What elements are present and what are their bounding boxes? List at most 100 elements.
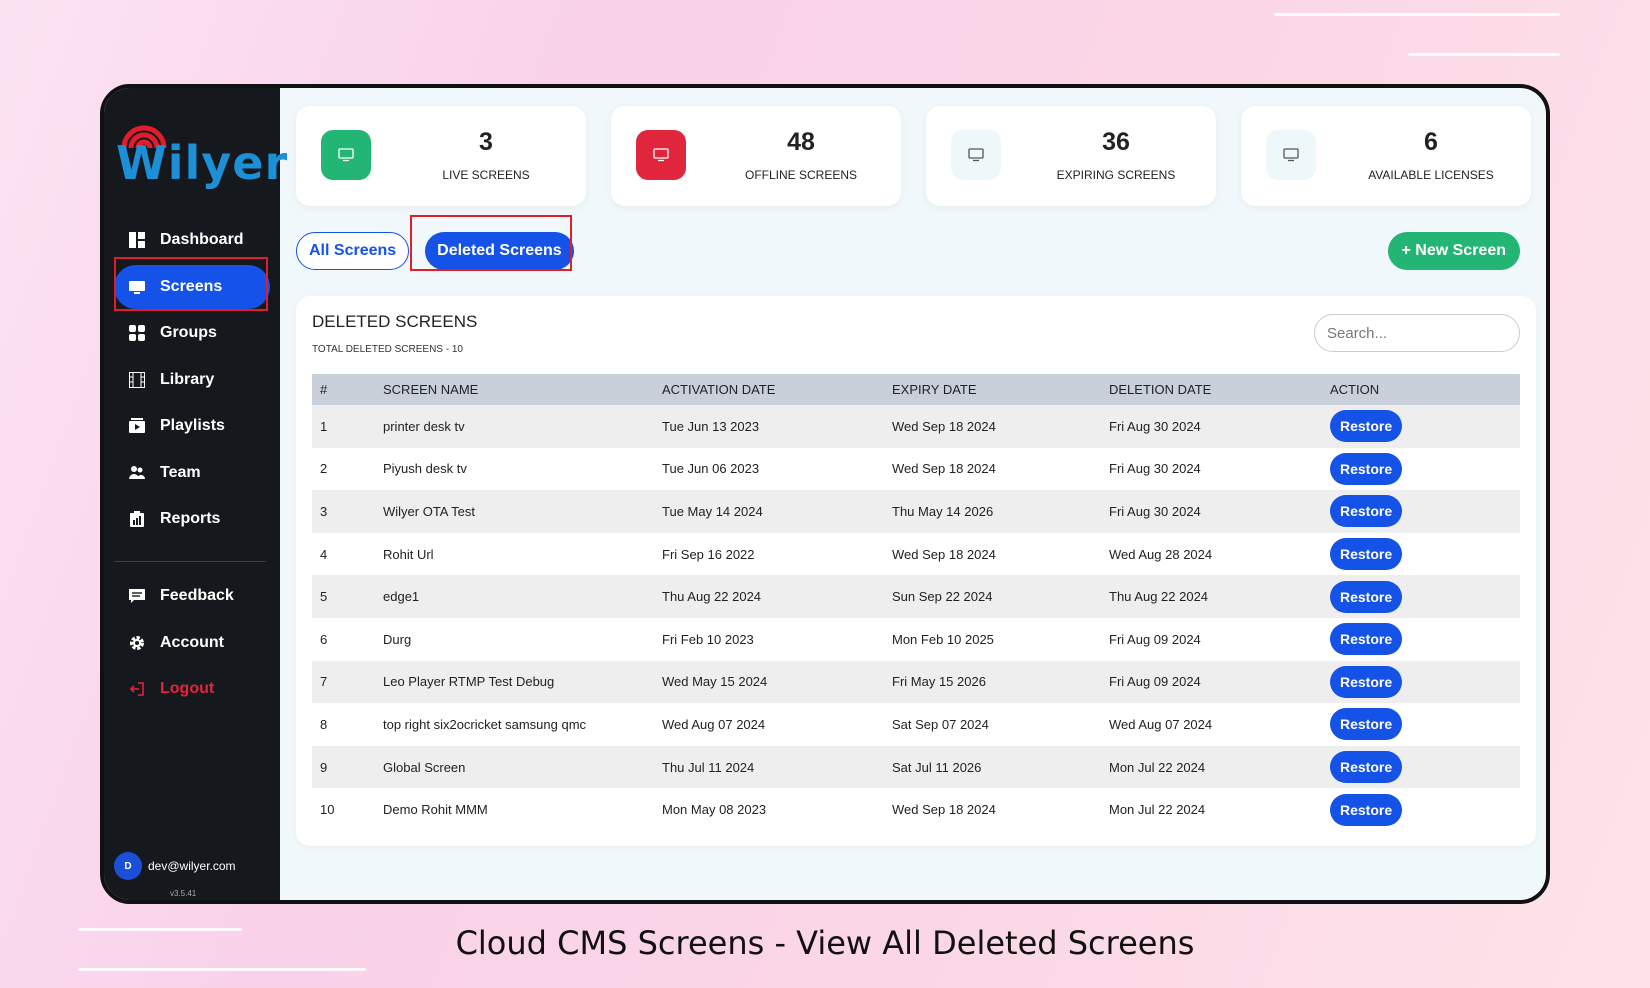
stat-label: OFFLINE SCREENS (744, 168, 858, 182)
table-cell: Fri Aug 30 2024 (1101, 490, 1322, 533)
table-row: 6 Durg Fri Feb 10 2023 Mon Feb 10 2025 Fri A… (312, 617, 1520, 661)
grid-icon (128, 324, 146, 342)
sidebar-item-groups[interactable]: Groups (114, 311, 270, 355)
table-cell: 4 (312, 532, 375, 576)
sidebar-item-dashboard[interactable]: Dashboard (114, 218, 270, 262)
users-icon (128, 464, 146, 482)
table-cell: 2 (312, 447, 375, 491)
table-cell: Wed May 15 2024 (654, 660, 884, 704)
monitor-icon (321, 130, 371, 180)
table-cell: Fri May 15 2026 (884, 660, 1101, 704)
sidebar-item-team[interactable]: Team (114, 451, 270, 495)
main-content: 3 LIVE SCREENS 48 OFFLINE SCREENS 36 EXPIRING… (280, 88, 1546, 900)
sidebar-item-feedback[interactable]: Feedback (114, 574, 270, 618)
new-screen-button[interactable]: + New Screen (1387, 232, 1520, 270)
table-cell-action: Restore (1322, 405, 1520, 448)
stat-label: EXPIRING SCREENS (1056, 168, 1176, 182)
restore-button[interactable]: Restore (1330, 452, 1403, 485)
table-cell: Tue May 14 2024 (654, 490, 884, 533)
table-cell: 5 (312, 575, 375, 618)
stat-value: 3 (479, 128, 493, 156)
table-cell: Fri Sep 16 2022 (654, 532, 884, 576)
avatar: D (114, 852, 142, 880)
tab-all-screens[interactable]: All Screens (296, 232, 410, 270)
monitor-icon (636, 130, 686, 180)
column-header: ACTION (1322, 374, 1520, 405)
app-version: v3.5.41 (170, 889, 197, 898)
sidebar-item-account[interactable]: Account (114, 621, 270, 665)
sidebar-item-library[interactable]: Library (114, 358, 270, 402)
sidebar-item-reports[interactable]: Reports (114, 497, 270, 541)
table-cell: Fri Aug 30 2024 (1101, 405, 1322, 448)
table-row: 7 Leo Player RTMP Test Debug Wed May 15 20… (312, 660, 1520, 704)
table-cell: 1 (312, 405, 375, 448)
stat-value: 6 (1424, 128, 1438, 156)
decor-line (78, 968, 366, 971)
table-cell: Tue Jun 13 2023 (654, 405, 884, 448)
monitor-icon (951, 130, 1001, 180)
table-cell: Sat Sep 07 2024 (884, 703, 1101, 746)
table-row: 8 top right six2ocricket samsung qmc Wed A… (312, 703, 1520, 746)
monitor-icon (1266, 130, 1316, 180)
table-cell: Piyush desk tv (375, 447, 654, 491)
sidebar-nav-bottom: Feedback Account Logout (114, 574, 270, 714)
table-cell-action: Restore (1322, 617, 1520, 661)
table-row: 10 Demo Rohit MMM Mon May 08 2023 Wed Sep 1… (312, 788, 1520, 831)
table-cell: Demo Rohit MMM (375, 788, 654, 831)
highlight-deleted-tab (410, 215, 572, 271)
sidebar-item-label: Team (160, 463, 201, 481)
restore-button[interactable]: Restore (1330, 665, 1403, 698)
brand-name: Wilyer (116, 136, 289, 190)
column-header: SCREEN NAME (375, 374, 654, 405)
table-cell: Mon Jul 22 2024 (1101, 745, 1322, 789)
app-window: Wilyer Dashboard Screens Groups Library Play… (100, 84, 1550, 904)
table-row: 4 Rohit Url Fri Sep 16 2022 Wed Sep 18 2024… (312, 532, 1520, 576)
table-cell: Thu Aug 22 2024 (1101, 575, 1322, 618)
sidebar-item-playlists[interactable]: Playlists (114, 404, 270, 448)
table-cell-action: Restore (1322, 447, 1520, 491)
restore-button[interactable]: Restore (1330, 580, 1403, 613)
table-row: 9 Global Screen Thu Jul 11 2024 Sat Jul 11 … (312, 745, 1520, 789)
table-cell: Wed Sep 18 2024 (884, 532, 1101, 576)
table-cell: Wed Aug 07 2024 (654, 703, 884, 746)
table-cell: 10 (312, 788, 375, 831)
restore-button[interactable]: Restore (1330, 751, 1403, 784)
stat-card-available-licenses: 6 AVAILABLE LICENSES (1241, 106, 1531, 206)
restore-button[interactable]: Restore (1330, 538, 1403, 571)
table-cell: Wed Sep 18 2024 (884, 788, 1101, 831)
table-cell: top right six2ocricket samsung qmc (375, 703, 654, 746)
table-cell: Durg (375, 617, 654, 661)
table-cell: Wed Sep 18 2024 (884, 405, 1101, 448)
stat-value: 36 (1102, 128, 1130, 156)
table-cell-action: Restore (1322, 575, 1520, 618)
brand-logo: Wilyer (116, 114, 287, 190)
sidebar-item-label: Logout (160, 680, 215, 697)
chat-icon (128, 587, 146, 605)
restore-button[interactable]: Restore (1330, 793, 1403, 826)
restore-button[interactable]: Restore (1330, 623, 1403, 656)
table-cell: 8 (312, 703, 375, 746)
table-cell-action: Restore (1322, 745, 1520, 789)
table-cell: Wilyer OTA Test (375, 490, 654, 533)
table-cell: 3 (312, 490, 375, 533)
table-cell: Wed Sep 18 2024 (884, 447, 1101, 491)
stat-card-offline-screens: 48 OFFLINE SCREENS (611, 106, 901, 206)
user-profile[interactable]: D dev@wilyer.com (114, 852, 236, 880)
panel-subtitle: TOTAL DELETED SCREENS - 10 (312, 344, 463, 355)
highlight-screens (114, 257, 268, 311)
stat-value: 48 (787, 128, 815, 156)
table-row: 5 edge1 Thu Aug 22 2024 Sun Sep 22 2024 Thu … (312, 575, 1520, 618)
restore-button[interactable]: Restore (1330, 495, 1403, 528)
table-cell: Tue Jun 06 2023 (654, 447, 884, 491)
table-header: # SCREEN NAME ACTIVATION DATE EXPIRY DATE DE… (312, 374, 1520, 405)
search-input[interactable] (1314, 314, 1520, 352)
sidebar-item-label: Account (160, 633, 224, 651)
table-cell-action: Restore (1322, 703, 1520, 746)
table-cell: Leo Player RTMP Test Debug (375, 660, 654, 704)
restore-button[interactable]: Restore (1330, 410, 1403, 443)
restore-button[interactable]: Restore (1330, 708, 1403, 741)
table-cell: Global Screen (375, 745, 654, 789)
column-header: # (312, 374, 375, 405)
table-row: 1 printer desk tv Tue Jun 13 2023 Wed Sep 1… (312, 405, 1520, 448)
sidebar-item-logout[interactable]: Logout (114, 667, 270, 711)
